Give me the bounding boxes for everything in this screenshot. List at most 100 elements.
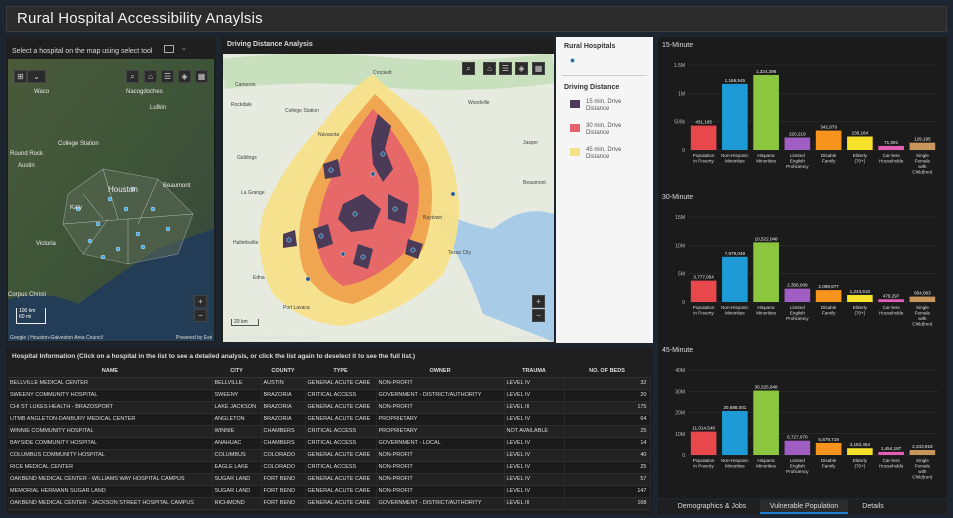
x-tick-label: Hispanic Minorities bbox=[756, 458, 776, 469]
table-row[interactable]: CHI ST LUKES HEALTH - BRAZOSPORT LAKE JAC… bbox=[8, 401, 651, 414]
tab-details[interactable]: Details bbox=[850, 500, 896, 514]
table-row[interactable]: BAYSIDE COMMUNITY HOSPITAL ANAHUAC CHAMBER… bbox=[8, 437, 651, 450]
y-tick-label: 1M bbox=[678, 91, 685, 97]
layers-icon[interactable]: ◈ bbox=[515, 62, 528, 75]
zoom-in-button[interactable]: + bbox=[532, 295, 545, 308]
home-icon[interactable]: ⌂ bbox=[483, 62, 496, 75]
legend-divider bbox=[562, 75, 647, 76]
table-row[interactable]: RICE MEDICAL CENTER EAGLE LAKE COLORADO CRI… bbox=[8, 461, 651, 474]
list-icon[interactable]: ☰ bbox=[499, 62, 512, 75]
chart-bar bbox=[753, 390, 779, 455]
map-label: Edna bbox=[253, 275, 265, 281]
column-header[interactable]: COUNTY bbox=[261, 366, 305, 378]
chevron-down-icon[interactable]: ⌄ bbox=[181, 44, 187, 52]
table-row[interactable]: SWEENY COMMUNITY HOSPITAL SWEENY BRAZORIA C… bbox=[8, 389, 651, 402]
attribution: Google | Houston-Galveston Area Council bbox=[225, 335, 318, 341]
table-cell: CRITICAL ACCESS bbox=[305, 389, 377, 402]
bar-value-label: 11,014,548 bbox=[692, 426, 715, 431]
zoom-out-button[interactable]: − bbox=[532, 309, 545, 322]
home-icon[interactable]: ⌂ bbox=[144, 70, 157, 83]
tab-demographics-jobs[interactable]: Demographics & Jobs bbox=[664, 500, 760, 514]
zoom-in-button[interactable]: + bbox=[194, 295, 207, 308]
map-label: Corpus Christi bbox=[8, 292, 46, 298]
map-label: Giddings bbox=[237, 155, 257, 161]
table-cell: 147 bbox=[564, 485, 651, 498]
bar-value-label: 1,324,398 bbox=[756, 69, 777, 74]
column-header[interactable]: TRAUMA bbox=[504, 366, 564, 378]
table-cell: LEVEL IV bbox=[504, 449, 565, 462]
column-header[interactable]: NO. OF BEDS bbox=[564, 366, 650, 378]
y-tick-label: 0 bbox=[682, 148, 685, 154]
layers-menu-icon[interactable]: ⊞ bbox=[14, 70, 27, 83]
map-label: Port Lavaca bbox=[283, 305, 310, 311]
list-icon[interactable]: ☰ bbox=[161, 70, 174, 83]
bar-value-label: 238,164 bbox=[852, 131, 869, 136]
table-cell: COLUMBUS bbox=[212, 449, 262, 462]
legend-swatch-15 bbox=[570, 100, 580, 108]
select-tool-icon[interactable] bbox=[164, 45, 174, 53]
zoom-out-button[interactable]: − bbox=[194, 309, 207, 322]
left-map-header: Select a hospital on the map using selec… bbox=[12, 48, 153, 55]
bar-value-label: 954,083 bbox=[914, 291, 931, 296]
chart-bar bbox=[815, 290, 842, 302]
table-cell: CHAMBERS bbox=[261, 425, 306, 438]
center-scale-bar: 20 km bbox=[231, 319, 259, 326]
y-tick-label: 20M bbox=[675, 411, 685, 417]
chart-bar bbox=[784, 288, 811, 302]
table-row[interactable]: OAKBEND MEDICAL CENTER - WILLIAMS WAY HO… bbox=[8, 473, 651, 486]
legend-label-45: 45 min. Drive Distance bbox=[586, 147, 622, 160]
search-icon[interactable]: ⌕ bbox=[462, 62, 475, 75]
table-cell: 14 bbox=[564, 437, 651, 450]
left-map-canvas[interactable]: Waco Nacogdoches Lufkin College Station … bbox=[8, 59, 214, 341]
column-header[interactable]: NAME bbox=[8, 366, 212, 378]
y-tick-label: 0 bbox=[682, 453, 685, 459]
legend-swatch-30 bbox=[570, 124, 580, 132]
layers-icon[interactable]: ◈ bbox=[178, 70, 191, 83]
hospital-table-header: Hospital Information (Click on a hospita… bbox=[12, 353, 416, 360]
chart-bar bbox=[878, 451, 904, 455]
table-cell: BRAZORIA bbox=[261, 389, 306, 402]
table-row[interactable]: COLUMBUS COMMUNITY HOSPITAL COLUMBUS COLOR… bbox=[8, 449, 651, 462]
chevron-down-icon[interactable]: ⌄ bbox=[27, 70, 46, 83]
chart-bar bbox=[909, 450, 936, 455]
drive-distance-map[interactable]: Cameron Crockett Rockdale College Statio… bbox=[223, 54, 554, 342]
column-header[interactable]: OWNER bbox=[376, 366, 504, 378]
y-tick-label: 5M bbox=[678, 272, 685, 278]
bar-value-label: 3,777,054 bbox=[693, 275, 714, 280]
drive-distance-canvas[interactable]: Cameron Crockett Rockdale College Statio… bbox=[223, 54, 554, 342]
table-row[interactable]: BELLVILLE MEDICAL CENTER BELLVILLE AUSTIN G… bbox=[8, 377, 651, 390]
left-map[interactable]: Waco Nacogdoches Lufkin College Station … bbox=[8, 59, 214, 341]
table-cell: PROPRIETARY bbox=[376, 413, 505, 426]
y-tick-label: 10M bbox=[675, 432, 685, 438]
table-cell: NON-PROFIT bbox=[376, 473, 505, 486]
bar-value-label: 220,219 bbox=[789, 132, 806, 137]
left-map-panel: Select a hospital on the map using selec… bbox=[6, 37, 216, 343]
table-cell: 40 bbox=[564, 449, 651, 462]
app-title-bar: Rural Hospital Accessibility Anaylsis bbox=[6, 6, 947, 32]
chart-bar bbox=[722, 256, 748, 302]
x-tick-label: Limited English Proficiency bbox=[786, 305, 809, 321]
map-label: Lufkin bbox=[150, 105, 166, 111]
column-header[interactable]: TYPE bbox=[305, 366, 376, 378]
attribution: Google | Houston-Galveston Area Council bbox=[10, 335, 103, 341]
chart-bar bbox=[722, 411, 748, 455]
table-row[interactable]: WINNIE COMMUNITY HOSPITAL WINNIE CHAMBERS C… bbox=[8, 425, 651, 438]
table-row[interactable]: OAKBEND MEDICAL CENTER - JACKSON STREET … bbox=[8, 497, 651, 510]
table-cell: LEVEL III bbox=[504, 401, 565, 414]
table-row[interactable]: MEMORIAL HERMANN SUGAR LAND SUGAR LAND FOR… bbox=[8, 485, 651, 498]
map-label: Nacogdoches bbox=[126, 89, 163, 95]
center-map-panel: Driving Distance Analysis Cameron Crocke… bbox=[221, 37, 554, 343]
basemap-icon[interactable]: ▦ bbox=[532, 62, 545, 75]
table-cell: GENERAL ACUTE CARE bbox=[305, 413, 377, 426]
tab-vulnerable-population[interactable]: Vulnerable Population bbox=[760, 500, 848, 514]
table-row[interactable]: UTMB ANGLETON-DANBURY MEDICAL CENTER ANGL… bbox=[8, 413, 651, 426]
table-cell: LEVEL IV bbox=[504, 437, 565, 450]
map-label: College Station bbox=[58, 141, 99, 147]
column-header[interactable]: CITY bbox=[212, 366, 261, 378]
scale-mi: 60 mi bbox=[19, 314, 32, 320]
map-label: Round Rock bbox=[10, 151, 44, 157]
basemap-icon[interactable]: ▦ bbox=[195, 70, 208, 83]
table-cell: 20 bbox=[564, 389, 651, 402]
table-cell: BELLVILLE bbox=[212, 377, 262, 390]
search-icon[interactable]: ⌕ bbox=[126, 70, 139, 83]
